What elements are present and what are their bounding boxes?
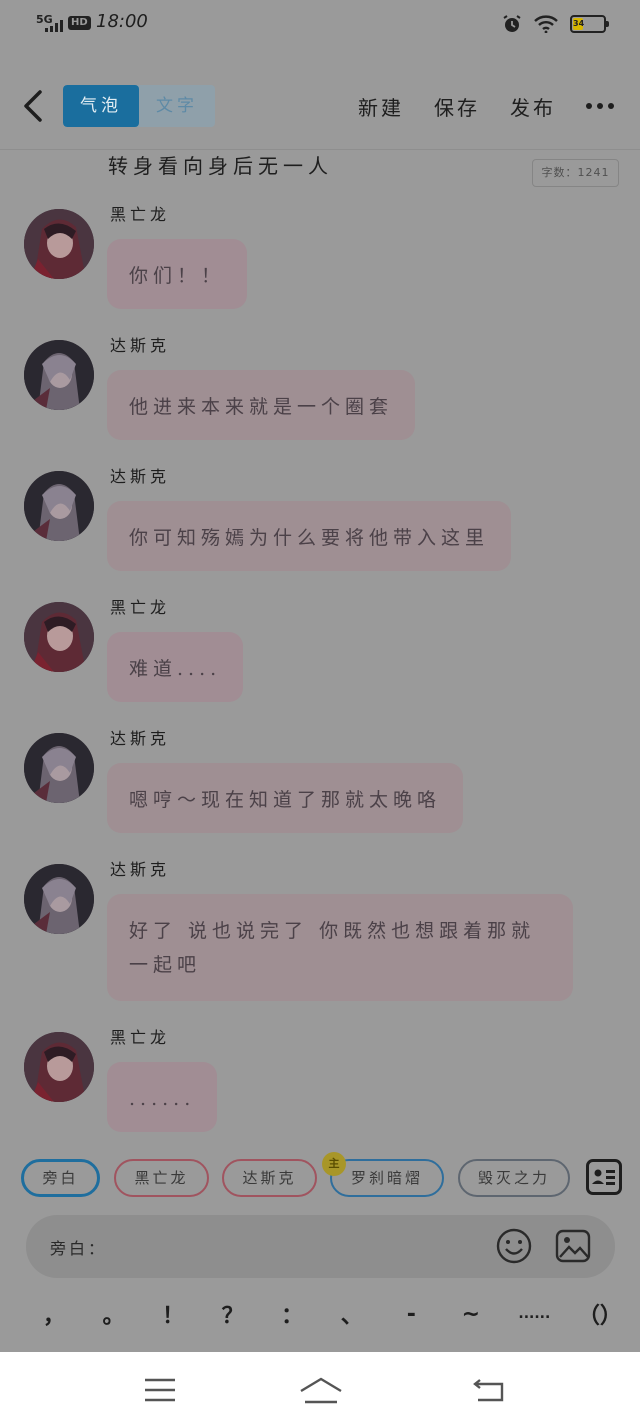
avatar-heiwanglong[interactable] [24,209,94,279]
avatar-dasike[interactable] [24,471,94,541]
wifi-icon [534,15,558,33]
avatar-heiwanglong[interactable] [24,1032,94,1102]
message-bubble[interactable]: 你可知殇嫣为什么要将他带入这里 [107,501,512,571]
message-bubble[interactable]: 难道.... [107,632,244,702]
alarm-icon [503,15,521,32]
chip-dasike[interactable]: 达斯克 [222,1159,317,1197]
main-character-badge: 主 [322,1152,346,1176]
back-arrow-icon[interactable] [16,86,52,126]
punct-period[interactable]: 。 [94,1298,134,1330]
punct-parentheses[interactable]: （） [578,1298,622,1330]
chat-area[interactable]: 转身看向身后无一人 字数：1241 黑亡龙 你们！！ 达斯克 他进来本来就是一个… [0,150,640,1150]
home-icon[interactable] [298,1374,344,1406]
speaker-name: 黑亡龙 [110,598,171,617]
message-input[interactable] [136,1229,386,1263]
publish-button[interactable]: 发布 [510,92,556,121]
new-button[interactable]: 新建 [358,92,404,121]
speaker-name: 达斯克 [110,336,171,355]
chip-huimiezhili[interactable]: 毁灭之力 [458,1159,570,1197]
message-bubble[interactable]: 你们！！ [107,239,248,309]
avatar-dasike[interactable] [24,864,94,934]
speaker-name: 达斯克 [110,860,171,879]
punct-comma[interactable]: ， [34,1298,74,1330]
speaker-name: 达斯克 [110,467,171,486]
save-button[interactable]: 保存 [434,92,480,121]
punct-tilde[interactable]: ~ [451,1302,491,1327]
avatar-dasike[interactable] [24,733,94,803]
system-nav-bar [0,1352,640,1427]
emoji-icon[interactable] [495,1227,533,1265]
word-count-badge: 字数：1241 [532,159,619,187]
status-bar: 5G HD 18:00 34 [0,0,640,48]
message-bubble[interactable]: 好了 说也说完了 你既然也想跟着那就一起吧 [107,894,573,1001]
message-input-bar: 旁白： [26,1215,615,1278]
punct-question[interactable]: ？ [213,1298,253,1330]
avatar-dasike[interactable] [24,340,94,410]
punct-colon[interactable]: ： [272,1298,312,1330]
top-nav: 气泡 文字 新建 保存 发布 [0,58,640,150]
chip-heiwanglong[interactable]: 黑亡龙 [114,1159,209,1197]
message-bubble[interactable]: ...... [107,1062,218,1132]
image-icon[interactable] [554,1227,592,1265]
character-list-icon[interactable] [586,1159,622,1195]
hd-badge: HD [68,16,91,30]
speaker-name: 黑亡龙 [110,1028,171,1047]
character-selector: 旁白 黑亡龙 达斯克 罗刹暗熠 主 毁灭之力 [0,1152,640,1202]
punct-enumeration-comma[interactable]: 、 [332,1298,372,1330]
mode-toggle: 气泡 文字 [63,85,215,127]
punctuation-bar: ， 。 ！ ？ ： 、 - ~ ...... （） [0,1290,640,1338]
punct-exclamation[interactable]: ！ [153,1298,193,1330]
more-icon[interactable] [586,88,614,124]
avatar-heiwanglong[interactable] [24,602,94,672]
tab-text[interactable]: 文字 [139,85,215,127]
punct-dash[interactable]: - [391,1302,431,1327]
signal-icon [45,20,63,32]
previous-message-text: 转身看向身后无一人 [108,154,333,178]
chip-luochaanyi[interactable]: 罗刹暗熠 [330,1159,444,1197]
menu-icon[interactable] [140,1374,182,1406]
tab-bubble[interactable]: 气泡 [63,85,139,127]
battery-icon: 34 [570,15,609,33]
speaker-name: 黑亡龙 [110,205,171,224]
message-bubble[interactable]: 嗯哼～现在知道了那就太晚咯 [107,763,464,833]
punct-ellipsis[interactable]: ...... [510,1306,558,1322]
speaker-name: 达斯克 [110,729,171,748]
back-icon[interactable] [468,1374,510,1406]
input-speaker-label: 旁白： [50,1239,108,1258]
battery-level: 34 [573,18,585,30]
chip-narration[interactable]: 旁白 [21,1159,100,1197]
clock: 18:00 [96,11,148,32]
message-bubble[interactable]: 他进来本来就是一个圈套 [107,370,416,440]
